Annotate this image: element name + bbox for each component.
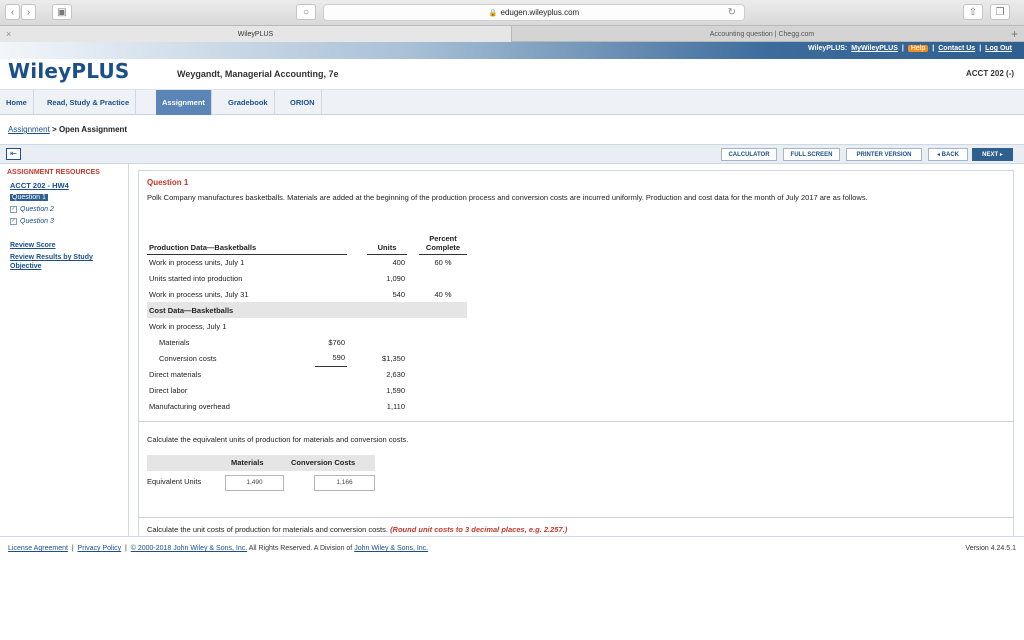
forward-arrow-icon[interactable]: ›: [21, 4, 36, 20]
nav-assignment[interactable]: Assignment: [156, 90, 212, 115]
production-header: Production Data—Basketballs: [147, 226, 347, 255]
footer: License Agreement | Privacy Policy | © 2…: [0, 536, 1024, 562]
cost-header: Cost Data—Basketballs: [149, 305, 234, 315]
tabs-overview-icon[interactable]: ❐: [990, 4, 1010, 20]
row-label: Materials: [159, 337, 190, 347]
row-value: 540: [392, 289, 405, 299]
materials-input[interactable]: 1,490: [225, 475, 284, 491]
next-button[interactable]: NEXT ▸: [972, 148, 1013, 161]
row-value: 1,110: [386, 401, 405, 411]
question-3-link[interactable]: ✓ Question 3: [10, 218, 54, 225]
share-icon[interactable]: ⇧: [963, 4, 983, 20]
help-button[interactable]: Help: [907, 45, 929, 52]
row-value: 1,590: [386, 385, 405, 395]
row-label: Direct materials: [149, 369, 202, 379]
row-label: Conversion costs: [159, 353, 217, 363]
nav-orion[interactable]: ORION: [284, 90, 322, 115]
top-strip: WileyPLUS: MyWileyPLUS | Help | Contact …: [0, 42, 1024, 59]
rounding-note: (Round unit costs to 3 decimal places, e…: [390, 525, 568, 534]
mywileyplus-link[interactable]: MyWileyPLUS: [851, 45, 898, 52]
wileyplus-label: WileyPLUS:: [808, 45, 848, 52]
equivalent-units-header: Materials Conversion Costs: [147, 455, 375, 471]
row-value: 400: [392, 257, 405, 267]
browser-toolbar: ‹ › ▣ ○ 🔒 edugen.wileyplus.com ↻ ⇧ ❐: [0, 0, 1024, 26]
divider: [139, 517, 1013, 518]
nav-home[interactable]: Home: [0, 90, 34, 115]
brand-row: WileyPLUS Weygandt, Managerial Accountin…: [0, 59, 1024, 90]
row-value: 40 %: [434, 289, 452, 299]
version-label: Version 4.24.5.1: [965, 545, 1016, 552]
question-panel: Question 1 Polk Company manufactures bas…: [138, 170, 1014, 536]
back-arrow-icon[interactable]: ‹: [5, 4, 20, 20]
divider: [139, 421, 1013, 422]
units-header: Units: [367, 226, 407, 255]
row-value: 60 %: [434, 257, 452, 267]
course-label: ACCT 202 (-): [965, 69, 1014, 78]
lock-icon: 🔒: [488, 9, 498, 17]
row-label: Work in process units, July 31: [149, 289, 249, 299]
copyright-link[interactable]: © 2000-2018 John Wiley & Sons, Inc.: [131, 545, 247, 552]
full-screen-button[interactable]: FULL SCREEN: [783, 148, 840, 161]
checkbox-icon: ✓: [10, 218, 17, 225]
new-tab-icon[interactable]: +: [1011, 27, 1018, 41]
book-title: Weygandt, Managerial Accounting, 7e: [177, 69, 339, 79]
tab-wileyplus[interactable]: × WileyPLUS: [0, 26, 512, 42]
collapse-panel-icon[interactable]: ⇤: [6, 148, 21, 160]
sidebar-toggle-icon[interactable]: ▣: [52, 4, 72, 20]
back-button[interactable]: ◂ BACK: [928, 148, 968, 161]
review-results-link[interactable]: Review Results by Study Objective: [10, 253, 125, 271]
row-label: Work in process, July 1: [149, 321, 227, 331]
breadcrumb-assignment-link[interactable]: Assignment: [8, 125, 50, 134]
address-bar[interactable]: 🔒 edugen.wileyplus.com ↻: [323, 4, 745, 21]
data-table: Production Data—Basketballs Units Percen…: [147, 226, 467, 414]
privacy-policy-link[interactable]: Privacy Policy: [78, 545, 122, 552]
review-score-link[interactable]: Review Score: [10, 241, 56, 250]
row-label: Units started into production: [149, 273, 243, 283]
assignment-resources: ASSIGNMENT RESOURCES ACCT 202 - HW4 Ques…: [0, 164, 129, 536]
printer-version-button[interactable]: PRINTER VERSION: [846, 148, 922, 161]
row-label: Manufacturing overhead: [149, 401, 230, 411]
license-agreement-link[interactable]: License Agreement: [8, 545, 68, 552]
row-value: 1,090: [386, 273, 405, 283]
reload-icon[interactable]: ↻: [728, 7, 736, 18]
log-out-link[interactable]: Log Out: [985, 45, 1012, 52]
rights-text: All Rights Reserved. A Division of: [248, 545, 353, 552]
conversion-costs-input[interactable]: 1,166: [314, 475, 375, 491]
calculator-button[interactable]: CALCULATOR: [721, 148, 777, 161]
main-nav: Home Read, Study & Practice Assignment G…: [0, 90, 1024, 115]
action-bar: ⇤ CALCULATOR FULL SCREEN PRINTER VERSION…: [0, 144, 1024, 164]
row-label: Work in process units, July 1: [149, 257, 245, 267]
breadcrumb: Assignment > Open Assignment: [8, 125, 128, 134]
resources-title: ASSIGNMENT RESOURCES: [7, 169, 100, 176]
breadcrumb-current: Open Assignment: [58, 125, 128, 134]
question-title: Question 1: [147, 178, 189, 187]
contact-us-link[interactable]: Contact Us: [938, 45, 975, 52]
close-tab-icon[interactable]: ×: [6, 29, 11, 39]
prompt-equivalent-units: Calculate the equivalent units of produc…: [147, 435, 409, 444]
tab-chegg[interactable]: Accounting question | Chegg.com: [512, 26, 1012, 42]
materials-header: Materials: [231, 458, 264, 467]
equivalent-units-label: Equivalent Units: [147, 477, 202, 486]
course-hw-link[interactable]: ACCT 202 - HW4: [10, 181, 69, 190]
question-text: Polk Company manufactures basketballs. M…: [147, 193, 868, 202]
conversion-costs-header: Conversion Costs: [291, 458, 356, 467]
row-label: Direct labor: [149, 385, 188, 395]
question-1-link[interactable]: Question 1: [10, 194, 48, 201]
question-2-link[interactable]: ✓ Question 2: [10, 206, 54, 213]
tab-bar: × WileyPLUS Accounting question | Chegg.…: [0, 26, 1024, 42]
percent-header: Percent Complete: [419, 226, 467, 255]
url-text: edugen.wileyplus.com: [500, 8, 580, 17]
row-value: 590: [315, 350, 347, 367]
privacy-icon[interactable]: ○: [296, 4, 316, 20]
nav-read-study-practice[interactable]: Read, Study & Practice: [41, 90, 137, 115]
checkbox-icon: ✓: [10, 206, 17, 213]
nav-gradebook[interactable]: Gradebook: [222, 90, 275, 115]
wileyplus-logo[interactable]: WileyPLUS: [8, 59, 130, 83]
company-link[interactable]: John Wiley & Sons, Inc.: [354, 545, 428, 552]
row-value: $1,350: [382, 353, 405, 363]
row-value: 2,630: [386, 369, 405, 379]
prompt-unit-costs: Calculate the unit costs of production f…: [147, 525, 568, 534]
row-value: $760: [328, 337, 345, 347]
